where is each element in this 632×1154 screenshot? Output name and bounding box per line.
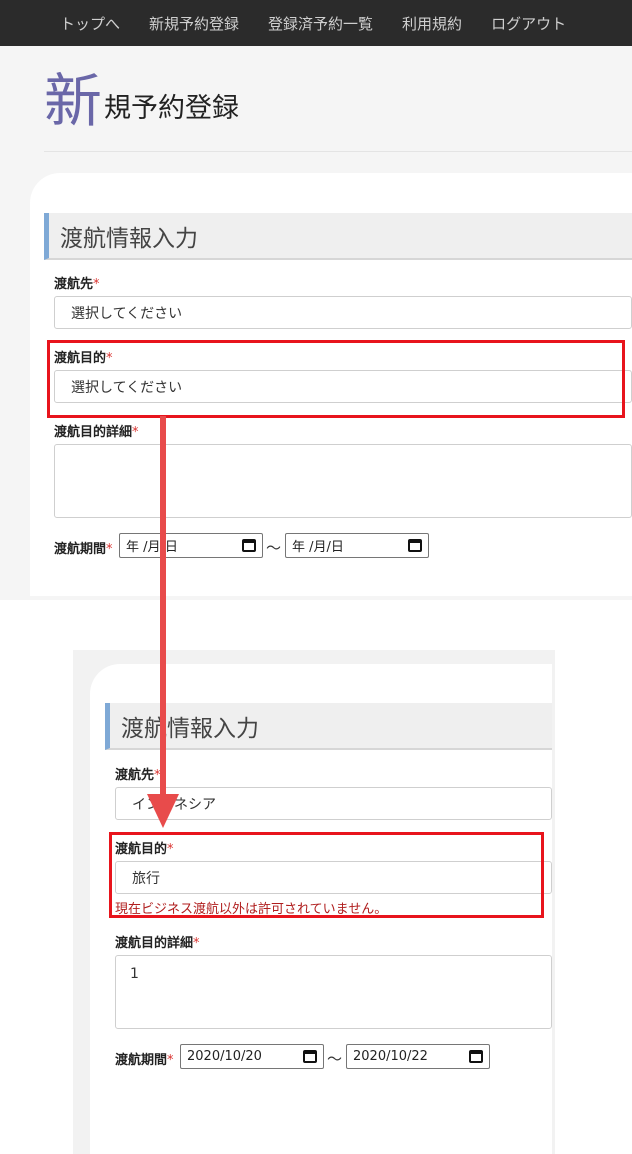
- calendar-icon[interactable]: [303, 1050, 317, 1063]
- nav-logout-link[interactable]: ログアウト: [491, 13, 566, 34]
- period-to-date-input[interactable]: 2020/10/22: [346, 1044, 490, 1069]
- section-header-before: 渡航情報入力: [44, 213, 632, 260]
- destination-label: 渡航先*: [54, 277, 100, 292]
- period-label: 渡航期間*: [54, 542, 113, 557]
- period-label: 渡航期間*: [115, 1053, 174, 1068]
- page-title: 新 規予約登録: [44, 64, 239, 130]
- section-title: 渡航情報入力: [60, 225, 198, 252]
- page-title-initial: 新: [44, 67, 103, 135]
- destination-select[interactable]: インドネシア: [115, 787, 552, 820]
- required-mark: *: [106, 542, 113, 557]
- nav-top-link[interactable]: トップへ: [60, 13, 120, 34]
- calendar-icon[interactable]: [469, 1050, 483, 1063]
- purpose-detail-textarea[interactable]: 1: [115, 955, 552, 1029]
- period-from-date-input[interactable]: 年 /月/日: [119, 533, 263, 558]
- required-mark: *: [132, 425, 139, 440]
- period-to-date-input[interactable]: 年 /月/日: [285, 533, 429, 558]
- required-mark: *: [193, 936, 200, 951]
- period-separator: ～: [266, 539, 282, 557]
- calendar-icon[interactable]: [242, 539, 256, 552]
- nav-new-reservation-link[interactable]: 新規予約登録: [149, 13, 239, 34]
- title-divider: [44, 151, 632, 152]
- purpose-detail-textarea[interactable]: [54, 444, 632, 518]
- purpose-detail-label: 渡航目的詳細*: [54, 425, 139, 440]
- destination-label: 渡航先*: [115, 768, 161, 783]
- period-from-value: 2020/10/20: [187, 1049, 262, 1064]
- nav-terms-link[interactable]: 利用規約: [402, 13, 462, 34]
- annotation-arrow-head: [147, 794, 179, 828]
- annotation-arrow-line: [160, 416, 166, 796]
- purpose-detail-value: 1: [130, 966, 139, 982]
- purpose-detail-label: 渡航目的詳細*: [115, 936, 200, 951]
- page-title-rest: 規予約登録: [104, 93, 240, 124]
- calendar-icon[interactable]: [408, 539, 422, 552]
- required-mark: *: [93, 277, 100, 292]
- top-navbar: トップへ 新規予約登録 登録済予約一覧 利用規約 ログアウト: [0, 0, 632, 46]
- section-title: 渡航情報入力: [121, 715, 259, 742]
- highlight-box-purpose-after: [109, 832, 544, 918]
- destination-select-value: 選択してください: [71, 305, 183, 322]
- required-mark: *: [167, 1053, 174, 1068]
- destination-select[interactable]: 選択してください: [54, 296, 632, 329]
- section-header-after: 渡航情報入力: [105, 703, 552, 750]
- period-separator: ～: [327, 1050, 343, 1068]
- period-from-value: 年 /月/日: [126, 540, 178, 555]
- nav-reservation-list-link[interactable]: 登録済予約一覧: [268, 13, 373, 34]
- period-from-date-input[interactable]: 2020/10/20: [180, 1044, 324, 1069]
- highlight-box-purpose-before: [47, 340, 625, 418]
- period-to-value: 2020/10/22: [353, 1049, 428, 1064]
- period-to-value: 年 /月/日: [292, 540, 344, 555]
